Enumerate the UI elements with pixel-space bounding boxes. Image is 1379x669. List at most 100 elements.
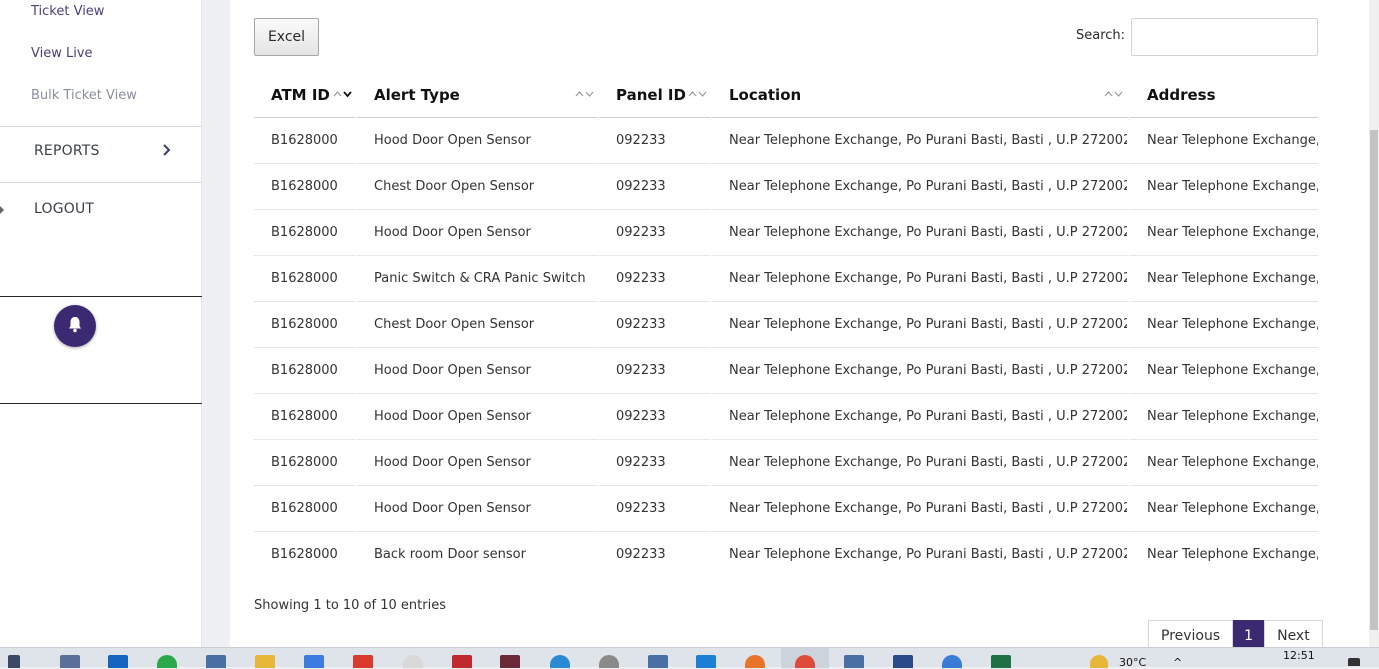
cell-address: Near Telephone Exchange, [1130, 532, 1318, 572]
cell-location: Near Telephone Exchange, Po Purani Basti… [712, 440, 1130, 486]
sidebar-item-reports-label: REPORTS [34, 143, 100, 159]
app-icon[interactable] [893, 655, 913, 668]
cell-panel-id: 092233 [599, 256, 712, 302]
sidebar: Ticket View View Live Bulk Ticket View R… [0, 0, 202, 647]
alerts-table-body: B1628000 Hood Door Open Sensor 092233 Near … [254, 118, 1318, 572]
app-icon[interactable] [648, 655, 668, 668]
cell-panel-id: 092233 [599, 486, 712, 532]
pagination-next-button[interactable]: Next [1264, 620, 1323, 647]
chevron-right-icon [162, 143, 172, 161]
table-row[interactable]: B1628000 Hood Door Open Sensor 092233 Near … [254, 118, 1318, 164]
internet-explorer-icon[interactable] [550, 655, 570, 668]
column-header-alert-type[interactable]: Alert Type [357, 72, 599, 118]
table-row[interactable]: B1628000 Chest Door Open Sensor 092233 Near… [254, 164, 1318, 210]
column-header-address[interactable]: Address [1130, 72, 1318, 118]
sidebar-item-view-live[interactable]: View Live [31, 46, 93, 61]
table-row[interactable]: B1628000 Panic Switch & CRA Panic Switch 0… [254, 256, 1318, 302]
cell-atm-id: B1628000 [254, 118, 357, 164]
table-row[interactable]: B1628000 Chest Door Open Sensor 092233 Near… [254, 302, 1318, 348]
firefox-icon[interactable] [745, 655, 765, 668]
page-scrollbar[interactable] [1369, 0, 1379, 647]
cell-location: Near Telephone Exchange, Po Purani Basti… [712, 210, 1130, 256]
table-row[interactable]: B1628000 Hood Door Open Sensor 092233 Near … [254, 486, 1318, 532]
cell-alert-type: Back room Door sensor [357, 532, 599, 572]
cell-atm-id: B1628000 [254, 210, 357, 256]
column-header-location[interactable]: Location [712, 72, 1130, 118]
cell-panel-id: 092233 [599, 440, 712, 486]
pagination-page-button[interactable]: 1 [1233, 620, 1265, 647]
excel-icon[interactable] [991, 655, 1011, 668]
cell-address: Near Telephone Exchange, [1130, 164, 1318, 210]
search-input[interactable] [1131, 18, 1318, 56]
sidebar-item-bulk-ticket-view[interactable]: Bulk Ticket View [31, 88, 137, 103]
clock-time[interactable]: 12:51 [1283, 649, 1315, 662]
cell-address: Near Telephone Exchange, [1130, 302, 1318, 348]
taskbar: 30°C ^ 12:51 [0, 647, 1379, 669]
sidebar-item-reports[interactable]: REPORTS [0, 131, 202, 171]
table-header-row: ATM ID Alert Type Panel ID Location Addr… [254, 72, 1318, 118]
file-explorer-icon[interactable] [255, 655, 275, 668]
notification-bell-button[interactable] [54, 305, 96, 347]
scrollbar-thumb[interactable] [1370, 130, 1378, 630]
tray-chevron-icon[interactable]: ^ [1173, 656, 1182, 669]
cell-alert-type: Hood Door Open Sensor [357, 394, 599, 440]
cell-location: Near Telephone Exchange, Po Purani Basti… [712, 486, 1130, 532]
pagination-previous-button[interactable]: Previous [1148, 620, 1234, 647]
sidebar-item-logout-label: LOGOUT [34, 201, 95, 217]
cell-atm-id: B1628000 [254, 486, 357, 532]
column-header-label: ATM ID [271, 85, 330, 104]
chrome-icon[interactable] [795, 655, 815, 668]
cell-panel-id: 092233 [599, 302, 712, 348]
table-row[interactable]: B1628000 Hood Door Open Sensor 092233 Near … [254, 348, 1318, 394]
excel-export-button[interactable]: Excel [254, 18, 319, 56]
app-icon[interactable] [696, 655, 716, 668]
store-icon[interactable] [304, 655, 324, 668]
app-icon[interactable] [844, 655, 864, 668]
settings-gear-icon[interactable] [599, 655, 619, 668]
sort-icon [333, 89, 353, 102]
cell-address: Near Telephone Exchange, [1130, 486, 1318, 532]
table-info: Showing 1 to 10 of 10 entries [254, 598, 446, 613]
notification-icon[interactable] [1348, 658, 1360, 666]
cell-location: Near Telephone Exchange, Po Purani Basti… [712, 532, 1130, 572]
table-row[interactable]: B1628000 Back room Door sensor 092233 Near … [254, 532, 1318, 572]
app-icon[interactable] [353, 655, 373, 668]
outlook-icon[interactable] [108, 655, 128, 668]
sidebar-divider [0, 126, 202, 127]
table-row[interactable]: B1628000 Hood Door Open Sensor 092233 Near … [254, 394, 1318, 440]
cell-atm-id: B1628000 [254, 164, 357, 210]
task-view-icon[interactable] [8, 655, 20, 668]
column-header-label: Alert Type [374, 85, 460, 104]
edge-icon[interactable] [157, 655, 177, 668]
cell-alert-type: Panic Switch & CRA Panic Switch [357, 256, 599, 302]
column-header-label: Address [1147, 85, 1216, 104]
app-icon[interactable] [500, 655, 520, 668]
app-icon[interactable] [403, 655, 423, 668]
column-header-panel-id[interactable]: Panel ID [599, 72, 712, 118]
app-icon[interactable] [942, 655, 962, 668]
alerts-table-wrapper[interactable]: ATM ID Alert Type Panel ID Location Addr… [254, 72, 1318, 572]
cell-location: Near Telephone Exchange, Po Purani Basti… [712, 394, 1130, 440]
alerts-card: Excel Search: ATM ID Alert Type Panel ID… [230, 0, 1369, 647]
sidebar-item-ticket-view[interactable]: Ticket View [31, 4, 104, 19]
cell-address: Near Telephone Exchange, [1130, 118, 1318, 164]
column-header-atm-id[interactable]: ATM ID [254, 72, 357, 118]
table-row[interactable]: B1628000 Hood Door Open Sensor 092233 Near … [254, 210, 1318, 256]
app-icon[interactable] [60, 655, 80, 668]
table-row[interactable]: B1628000 Hood Door Open Sensor 092233 Near … [254, 440, 1318, 486]
cell-alert-type: Chest Door Open Sensor [357, 302, 599, 348]
cell-location: Near Telephone Exchange, Po Purani Basti… [712, 302, 1130, 348]
cell-panel-id: 092233 [599, 210, 712, 256]
sidebar-item-logout[interactable]: LOGOUT [0, 189, 202, 229]
sidebar-rule [0, 403, 202, 404]
app-icon[interactable] [206, 655, 226, 668]
search-label: Search: [1076, 28, 1126, 43]
cell-alert-type: Hood Door Open Sensor [357, 348, 599, 394]
cell-alert-type: Chest Door Open Sensor [357, 164, 599, 210]
cell-panel-id: 092233 [599, 118, 712, 164]
cell-address: Near Telephone Exchange, [1130, 256, 1318, 302]
main-content: Excel Search: ATM ID Alert Type Panel ID… [202, 0, 1379, 647]
app-icon[interactable] [452, 655, 472, 668]
cell-alert-type: Hood Door Open Sensor [357, 440, 599, 486]
cell-panel-id: 092233 [599, 348, 712, 394]
